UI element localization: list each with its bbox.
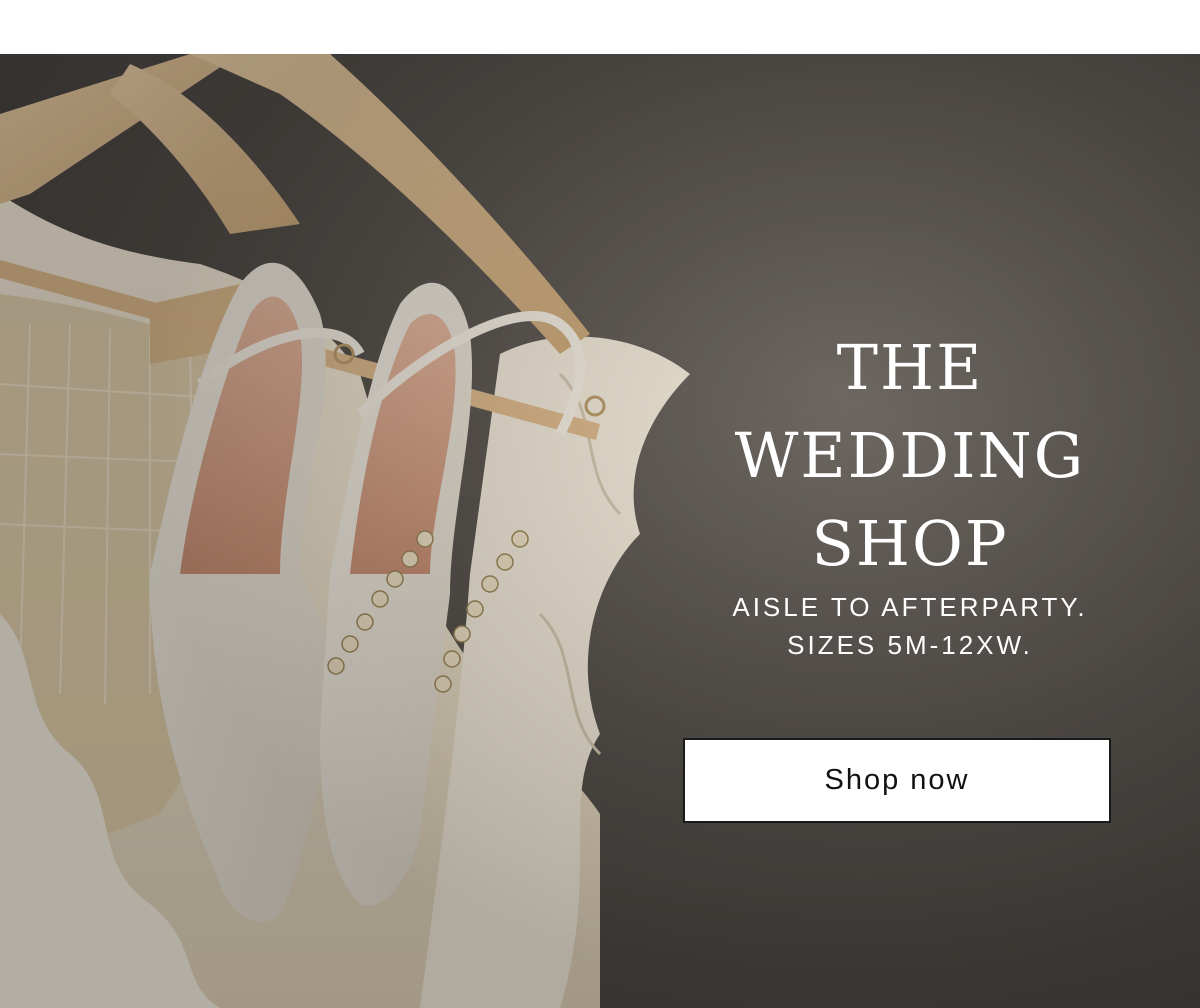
hero-banner[interactable]: THE WEDDING SHOP AISLE TO AFTERPARTY. SI… — [0, 54, 1200, 1008]
headline-line-2: WEDDING — [734, 419, 1086, 492]
headline-line-3: SHOP — [811, 507, 1009, 580]
hero-headline: THE WEDDING SHOP — [700, 324, 1120, 588]
subhead-line-2: SIZES 5M-12XW. — [787, 630, 1033, 660]
shop-now-label: Shop now — [824, 764, 970, 796]
headline-line-1: THE — [836, 331, 984, 404]
shop-now-button[interactable]: Shop now — [683, 738, 1111, 823]
hero-subhead: AISLE TO AFTERPARTY. SIZES 5M-12XW. — [680, 588, 1140, 664]
subhead-line-1: AISLE TO AFTERPARTY. — [732, 592, 1088, 622]
top-white-strip — [0, 0, 1200, 54]
